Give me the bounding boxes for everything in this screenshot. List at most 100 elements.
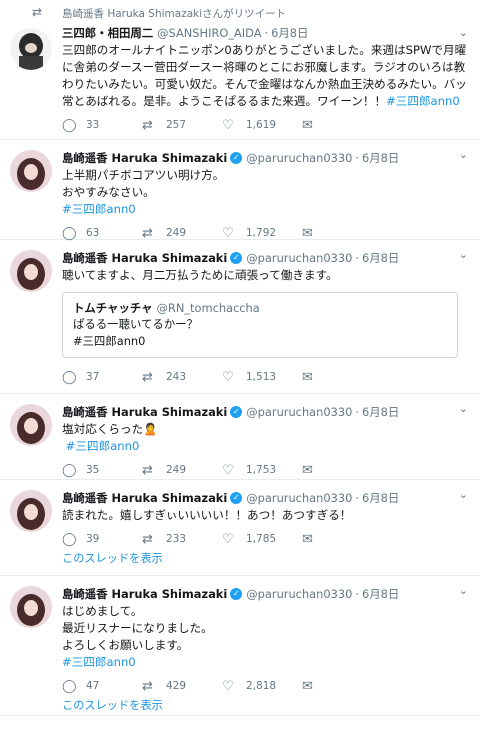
author-handle[interactable]: @paruruchan0330 — [246, 490, 352, 506]
tweet[interactable]: ⌄ 島崎遥香 Haruka Shimazaki ✓ @paruruchan033… — [0, 576, 480, 716]
dm-button[interactable]: ✉ — [302, 118, 320, 133]
tweet-date[interactable]: 6月8日 — [271, 25, 308, 41]
tweet-body: 読まれた。嬉しすぎぃいいいい！！あつ！あつすぎる！ — [62, 508, 352, 522]
show-thread-link[interactable]: このスレッドを表示 — [62, 697, 468, 719]
author-handle[interactable]: @paruruchan0330 — [246, 586, 352, 602]
chevron-down-icon[interactable]: ⌄ — [459, 584, 468, 597]
retweet-button[interactable]: ⇄ 257 — [142, 118, 222, 133]
tweet-date[interactable]: 6月8日 — [362, 490, 399, 506]
like-count: 1,619 — [246, 119, 277, 131]
like-button[interactable]: ♡ 1,792 — [222, 226, 302, 241]
dm-button[interactable]: ✉ — [302, 226, 320, 241]
reply-icon: ◯ — [62, 531, 77, 547]
tweet-date[interactable]: 6月8日 — [362, 586, 399, 602]
mail-icon: ✉ — [302, 678, 313, 694]
retweet-count: 249 — [166, 227, 187, 239]
chevron-down-icon[interactable]: ⌄ — [459, 26, 468, 39]
author-name[interactable]: 島崎遥香 Haruka Shimazaki — [62, 586, 227, 602]
retweet-icon: ⇄ — [142, 369, 153, 385]
avatar[interactable] — [10, 586, 52, 628]
dm-button[interactable]: ✉ — [302, 370, 320, 385]
retweet-button[interactable]: ⇄ 243 — [142, 370, 222, 385]
avatar[interactable] — [10, 150, 52, 192]
reply-count: 37 — [86, 371, 100, 383]
hashtag-link[interactable]: #三四郎ann0 — [62, 201, 468, 218]
heart-icon: ♡ — [222, 531, 234, 547]
show-thread-link[interactable]: このスレッドを表示 — [62, 550, 468, 572]
avatar[interactable] — [10, 490, 52, 532]
reply-button[interactable]: ◯ 35 — [62, 463, 142, 478]
tweet-body: 塩対応くらった🙎 — [62, 422, 158, 436]
avatar[interactable] — [10, 28, 52, 70]
separator-dot: · — [355, 491, 359, 505]
author-name[interactable]: 島崎遥香 Haruka Shimazaki — [62, 490, 227, 506]
hashtag-link[interactable]: #三四郎ann0 — [62, 438, 468, 455]
heart-icon: ♡ — [222, 678, 234, 694]
quoted-tweet[interactable]: トムチャッチャ @RN_tomchaccha ぱるる一聴いてるかー？ #三四郎an… — [62, 292, 458, 358]
tweet[interactable]: ⌄ 島崎遥香 Haruka Shimazaki ✓ @paruruchan033… — [0, 240, 480, 394]
like-count: 1,792 — [246, 227, 277, 239]
like-button[interactable]: ♡ 1,513 — [222, 370, 302, 385]
dm-button[interactable]: ✉ — [302, 532, 320, 547]
author-name[interactable]: 島崎遥香 Haruka Shimazaki — [62, 404, 227, 420]
dm-button[interactable]: ✉ — [302, 463, 320, 478]
author-handle[interactable]: @paruruchan0330 — [246, 404, 352, 420]
author-name[interactable]: 島崎遥香 Haruka Shimazaki — [62, 150, 227, 166]
tweet[interactable]: ⇄ 島崎遥香 Haruka Shimazakiさんがリツイート ⌄ 三四郎・相田… — [0, 0, 480, 140]
author-handle[interactable]: @paruruchan0330 — [246, 150, 352, 166]
tweet[interactable]: ⌄ 島崎遥香 Haruka Shimazaki ✓ @paruruchan033… — [0, 140, 480, 241]
tweet-header: 島崎遥香 Haruka Shimazaki ✓ @paruruchan0330 … — [62, 404, 468, 420]
reply-count: 39 — [86, 533, 100, 545]
separator-dot: · — [355, 251, 359, 265]
author-name[interactable]: 三四郎・相田周二 — [62, 25, 153, 41]
retweet-icon: ⇄ — [142, 531, 153, 547]
reply-button[interactable]: ◯ 63 — [62, 226, 142, 241]
avatar[interactable] — [10, 250, 52, 292]
heart-icon: ♡ — [222, 462, 234, 478]
like-button[interactable]: ♡ 2,818 — [222, 679, 302, 694]
retweet-button[interactable]: ⇄ 249 — [142, 226, 222, 241]
tweet[interactable]: ⌄ 島崎遥香 Haruka Shimazaki ✓ @paruruchan033… — [0, 394, 480, 480]
reply-button[interactable]: ◯ 39 — [62, 532, 142, 547]
tweet-body: はじめまして。 最近リスナーになりました。 よろしくお願いします。 — [62, 604, 213, 652]
retweet-icon: ⇄ — [32, 5, 43, 19]
author-name[interactable]: 島崎遥香 Haruka Shimazaki — [62, 250, 227, 266]
retweet-count: 233 — [166, 533, 187, 545]
avatar[interactable] — [10, 404, 52, 446]
retweet-button[interactable]: ⇄ 249 — [142, 463, 222, 478]
reply-count: 33 — [86, 119, 100, 131]
retweet-count: 257 — [166, 119, 187, 131]
quoted-tweet-body: ぱるる一聴いてるかー？ #三四郎ann0 — [73, 317, 198, 348]
retweet-button[interactable]: ⇄ 429 — [142, 679, 222, 694]
retweet-icon: ⇄ — [142, 225, 153, 241]
like-button[interactable]: ♡ 1,785 — [222, 532, 302, 547]
dm-button[interactable]: ✉ — [302, 679, 320, 694]
reply-icon: ◯ — [62, 225, 77, 241]
like-button[interactable]: ♡ 1,753 — [222, 463, 302, 478]
reply-button[interactable]: ◯ 33 — [62, 118, 142, 133]
chevron-down-icon[interactable]: ⌄ — [459, 148, 468, 161]
separator-dot: · — [355, 587, 359, 601]
quoted-author-name: トムチャッチャ — [73, 301, 153, 315]
tweet-date[interactable]: 6月8日 — [362, 404, 399, 420]
chevron-down-icon[interactable]: ⌄ — [459, 248, 468, 261]
retweet-context[interactable]: ⇄ 島崎遥香 Haruka Shimazakiさんがリツイート — [32, 5, 468, 21]
tweet-date[interactable]: 6月8日 — [362, 250, 399, 266]
hashtag-link[interactable]: #三四郎ann0 — [62, 654, 468, 671]
reply-button[interactable]: ◯ 47 — [62, 679, 142, 694]
chevron-down-icon[interactable]: ⌄ — [459, 402, 468, 415]
hashtag-link[interactable]: #三四郎ann0 — [386, 94, 460, 108]
author-handle[interactable]: @SANSHIRO_AIDA — [157, 25, 261, 41]
tweet-date[interactable]: 6月8日 — [362, 150, 399, 166]
retweet-button[interactable]: ⇄ 233 — [142, 532, 222, 547]
heart-icon: ♡ — [222, 369, 234, 385]
tweet-body: 聴いてますよ、月二万払うために頑張って働きます。 — [62, 268, 338, 282]
reply-icon: ◯ — [62, 117, 77, 133]
author-handle[interactable]: @paruruchan0330 — [246, 250, 352, 266]
like-button[interactable]: ♡ 1,619 — [222, 118, 302, 133]
like-count: 1,785 — [246, 533, 277, 545]
tweet[interactable]: ⌄ 島崎遥香 Haruka Shimazaki ✓ @paruruchan033… — [0, 480, 480, 576]
reply-button[interactable]: ◯ 37 — [62, 370, 142, 385]
chevron-down-icon[interactable]: ⌄ — [459, 488, 468, 501]
heart-icon: ♡ — [222, 225, 234, 241]
